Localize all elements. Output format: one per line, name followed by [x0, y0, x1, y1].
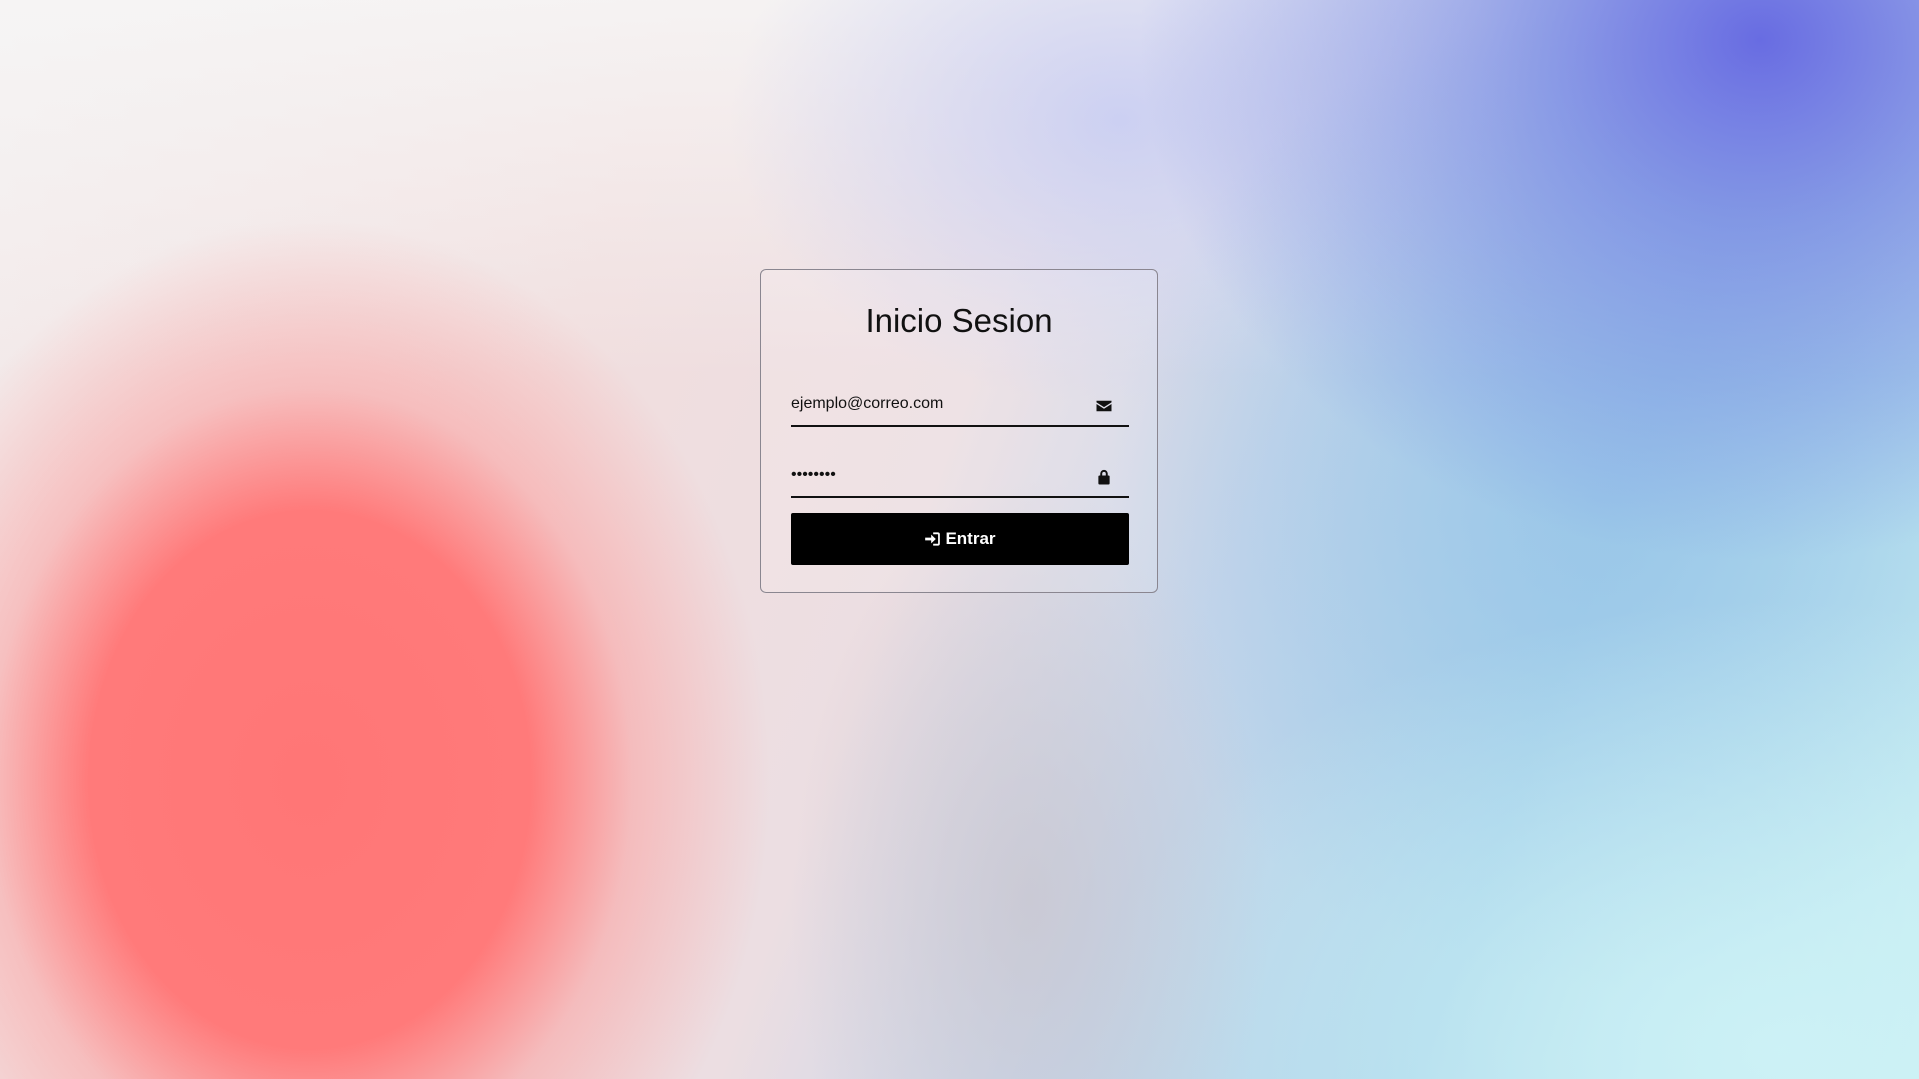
- email-field-group: [791, 385, 1129, 427]
- email-input[interactable]: [791, 385, 1081, 423]
- envelope-icon: [1096, 400, 1112, 412]
- submit-button[interactable]: Entrar: [791, 513, 1129, 565]
- login-card: Inicio Sesion Entrar: [760, 269, 1158, 593]
- login-title: Inicio Sesion: [865, 302, 1053, 339]
- lock-icon: [1098, 469, 1110, 485]
- submit-button-label: Entrar: [945, 529, 996, 548]
- sign-in-icon: [925, 532, 941, 546]
- password-input[interactable]: [791, 456, 1081, 494]
- password-field-group: [791, 456, 1129, 498]
